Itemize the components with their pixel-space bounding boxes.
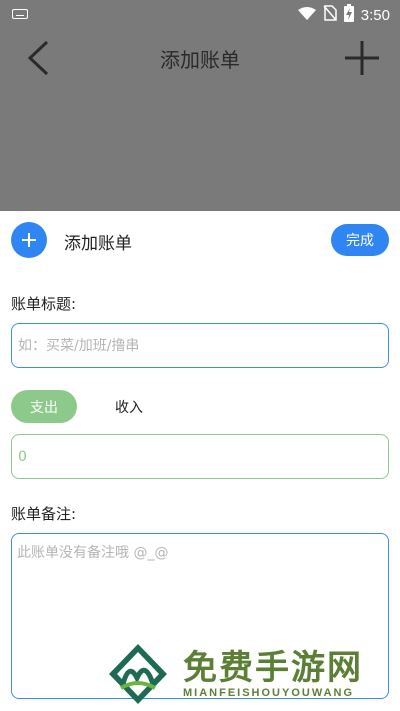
status-clock: 3:50 — [360, 6, 390, 24]
add-button[interactable] — [342, 38, 382, 78]
amount-input[interactable] — [12, 435, 388, 478]
sheet-title: 添加账单 — [64, 234, 132, 254]
bill-note-label: 账单备注: — [11, 505, 77, 523]
status-bar: 3:50 — [0, 0, 400, 28]
watermark-cn-text: 免费手游网 — [183, 648, 363, 688]
add-bill-sheet: 添加账单 完成 账单标题: 支出 收入 账单备注: — [0, 211, 400, 711]
tab-income[interactable]: 收入 — [96, 390, 162, 423]
watermark-logo-icon — [109, 644, 167, 704]
bill-title-input[interactable] — [12, 324, 388, 367]
no-sim-icon — [323, 5, 337, 25]
watermark: 免费手游网 MIANFEISHOUYOUWANG — [105, 640, 395, 708]
sheet-header: 添加账单 完成 — [0, 211, 400, 271]
wifi-icon — [297, 6, 316, 25]
bill-title-label: 账单标题: — [11, 295, 77, 313]
watermark-en-text: MIANFEISHOUYOUWANG — [183, 687, 355, 699]
battery-charging-icon — [343, 4, 354, 26]
nav-bar: 添加账单 — [0, 28, 400, 88]
page-title: 添加账单 — [160, 48, 240, 72]
keyboard-icon — [12, 9, 28, 19]
dim-overlay[interactable] — [0, 88, 400, 211]
amount-field-wrapper — [11, 434, 389, 479]
done-button[interactable]: 完成 — [331, 224, 389, 256]
tab-expense[interactable]: 支出 — [11, 390, 77, 423]
bill-title-field-wrapper — [11, 323, 389, 368]
add-circle-icon — [11, 222, 47, 258]
plus-icon — [345, 41, 379, 75]
